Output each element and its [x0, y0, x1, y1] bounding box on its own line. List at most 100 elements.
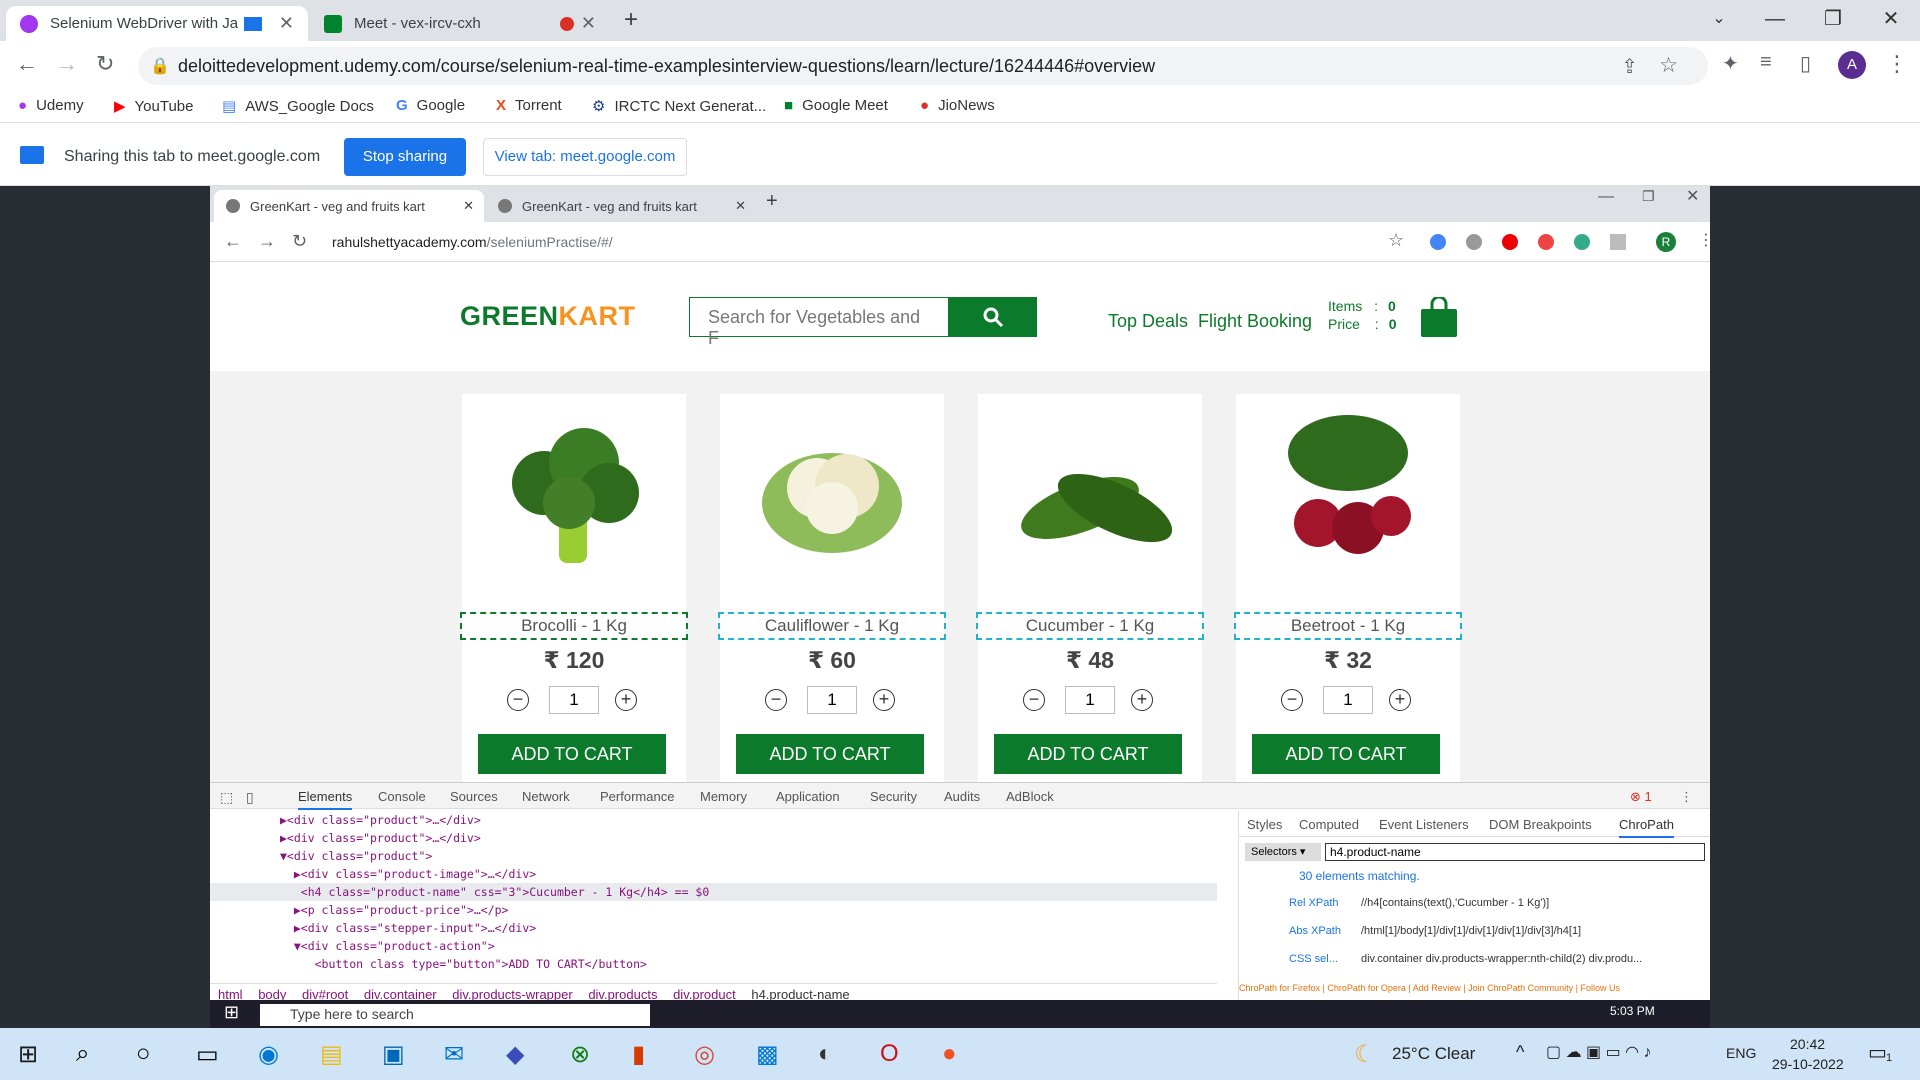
restore-button[interactable]: ❐: [1804, 0, 1862, 38]
decrement-button[interactable]: −: [765, 689, 787, 711]
weather-text[interactable]: 25°C Clear: [1392, 1044, 1475, 1064]
search-icon[interactable]: ⌕: [76, 1040, 89, 1068]
tray-chevron-icon[interactable]: ^: [1516, 1042, 1524, 1063]
chrome-icon[interactable]: ◎: [694, 1040, 715, 1069]
add-to-cart-button[interactable]: ADD TO CART: [736, 734, 924, 774]
extension-icon[interactable]: [1538, 234, 1554, 250]
menu-icon[interactable]: ⋮: [1680, 789, 1693, 805]
increment-button[interactable]: +: [615, 689, 637, 711]
dom-node[interactable]: ▶<div class="stepper-input">…</div>: [210, 919, 1217, 937]
bookmark-udemy[interactable]: ● Udemy: [18, 97, 84, 114]
stop-sharing-button[interactable]: Stop sharing: [344, 138, 466, 176]
windows-start-icon[interactable]: ⊞: [18, 1040, 38, 1069]
add-to-cart-button[interactable]: ADD TO CART: [478, 734, 666, 774]
power-automate-icon[interactable]: ◆: [506, 1040, 524, 1069]
tab-memory[interactable]: Memory: [700, 789, 747, 804]
store-icon[interactable]: ▣: [382, 1040, 405, 1069]
windows-icon[interactable]: ⊞: [224, 1002, 239, 1023]
bookmark-meet[interactable]: ■ Google Meet: [784, 97, 888, 114]
extension-icon[interactable]: [1574, 234, 1590, 250]
eclipse-icon[interactable]: ◐: [818, 1040, 833, 1068]
close-icon[interactable]: ✕: [279, 13, 294, 34]
increment-button[interactable]: +: [1389, 689, 1411, 711]
css-selector-row[interactable]: CSS sel... div.container div.products-wra…: [1247, 953, 1642, 965]
close-window-button[interactable]: ✕: [1862, 0, 1920, 38]
mail-icon[interactable]: ✉: [444, 1040, 464, 1069]
extensions-icon[interactable]: ✦: [1722, 51, 1739, 76]
dom-node[interactable]: ▼<div class="product-action">: [210, 937, 1217, 955]
star-icon[interactable]: ☆: [1388, 230, 1404, 251]
dom-node[interactable]: <button class type="button">ADD TO CART<…: [210, 955, 1217, 973]
tab-event-listeners[interactable]: Event Listeners: [1379, 817, 1469, 832]
abs-xpath-row[interactable]: Abs XPath/html[1]/body[1]/div[1]/div[1]/…: [1247, 925, 1581, 937]
decrement-button[interactable]: −: [1281, 689, 1303, 711]
forward-icon[interactable]: →: [56, 51, 78, 77]
minimize-button[interactable]: —: [1598, 188, 1614, 206]
close-icon[interactable]: ✕: [581, 13, 596, 34]
share-icon[interactable]: ⇪: [1621, 54, 1638, 79]
back-icon[interactable]: ←: [16, 51, 38, 77]
close-icon[interactable]: ✕: [463, 198, 474, 214]
url-field[interactable]: 🔒 deloittedevelopment.udemy.com/course/s…: [138, 47, 1708, 85]
close-icon[interactable]: ✕: [735, 198, 746, 214]
greenkart-logo[interactable]: GREENKART: [460, 301, 636, 332]
menu-icon[interactable]: ⋮: [1698, 230, 1710, 250]
bookmark-youtube[interactable]: ▶ YouTube: [114, 97, 194, 116]
avatar[interactable]: R: [1656, 232, 1676, 252]
extension-icon[interactable]: [1466, 234, 1482, 250]
tab-computed[interactable]: Computed: [1299, 817, 1359, 832]
file-explorer-icon[interactable]: ▤: [320, 1040, 343, 1069]
reload-icon[interactable]: ↻: [292, 231, 307, 252]
search-button[interactable]: [949, 297, 1037, 337]
postman-icon[interactable]: ●: [942, 1040, 957, 1068]
flight-booking-link[interactable]: Flight Booking: [1198, 311, 1312, 332]
close-window-button[interactable]: ✕: [1686, 186, 1699, 206]
inner-url[interactable]: rahulshettyacademy.com/seleniumPractise/…: [332, 234, 613, 250]
bookmark-torrent[interactable]: X Torrent: [496, 97, 562, 114]
tab-adblock[interactable]: AdBlock: [1006, 789, 1054, 804]
app-icon[interactable]: ▩: [756, 1040, 779, 1069]
language-indicator[interactable]: ENG: [1726, 1045, 1756, 1061]
increment-button[interactable]: +: [1131, 689, 1153, 711]
task-view-icon[interactable]: ▭: [196, 1040, 219, 1069]
tab-dom-breakpoints[interactable]: DOM Breakpoints: [1489, 817, 1592, 832]
dom-node[interactable]: ▶<div class="product">…</div>: [210, 811, 1217, 829]
tab-application[interactable]: Application: [776, 789, 840, 804]
increment-button[interactable]: +: [873, 689, 895, 711]
extension-icon[interactable]: [1502, 234, 1518, 250]
extension-icon[interactable]: [1430, 234, 1446, 250]
office-icon[interactable]: ▮: [632, 1040, 645, 1069]
dom-node[interactable]: ▶<p class="product-price">…</p>: [210, 901, 1217, 919]
inspect-icon[interactable]: ⬚: [220, 789, 233, 806]
dom-node-selected[interactable]: <h4 class="product-name" css="3">Cucumbe…: [210, 883, 1217, 901]
edge-icon[interactable]: ◉: [258, 1040, 279, 1069]
reload-icon[interactable]: ↻: [96, 51, 114, 77]
dom-node[interactable]: ▶<div class="product-image">…</div>: [210, 865, 1217, 883]
minimize-button[interactable]: —: [1746, 0, 1804, 38]
tab-sources[interactable]: Sources: [450, 789, 498, 804]
tray-icons[interactable]: ▢ ☁ ▣ ▭ ◠ ♪: [1546, 1042, 1652, 1062]
tab-meet[interactable]: Meet - vex-ircv-cxh ✕: [310, 6, 610, 41]
tab-chropath[interactable]: ChroPath: [1619, 817, 1674, 838]
inner-tab-2[interactable]: GreenKart - veg and fruits kart ✕: [486, 190, 756, 222]
device-toggle-icon[interactable]: ▯: [246, 789, 254, 806]
bookmark-jionews[interactable]: ● JioNews: [920, 97, 995, 114]
new-tab-button[interactable]: +: [766, 190, 778, 213]
add-to-cart-button[interactable]: ADD TO CART: [994, 734, 1182, 774]
quantity-input[interactable]: 1: [549, 686, 599, 714]
quantity-input[interactable]: 1: [1323, 686, 1373, 714]
tab-security[interactable]: Security: [870, 789, 917, 804]
tab-udemy[interactable]: Selenium WebDriver with Ja ✕: [6, 6, 308, 41]
media-icon[interactable]: ≡: [1760, 51, 1772, 74]
quantity-input[interactable]: 1: [1065, 686, 1115, 714]
selector-type-dropdown[interactable]: Selectors ▾: [1245, 843, 1321, 861]
dom-node[interactable]: ▼<div class="product">: [210, 847, 1217, 865]
add-to-cart-button[interactable]: ADD TO CART: [1252, 734, 1440, 774]
view-tab-button[interactable]: View tab: meet.google.com: [483, 138, 687, 176]
clock-date[interactable]: 29-10-2022: [1772, 1056, 1844, 1072]
search-input[interactable]: Search for Vegetables and F: [689, 297, 949, 348]
inner-tab-1[interactable]: GreenKart - veg and fruits kart ✕: [214, 190, 484, 222]
clock-time[interactable]: 20:42: [1790, 1036, 1825, 1052]
back-icon[interactable]: ←: [224, 231, 242, 252]
tab-network[interactable]: Network: [522, 789, 570, 804]
